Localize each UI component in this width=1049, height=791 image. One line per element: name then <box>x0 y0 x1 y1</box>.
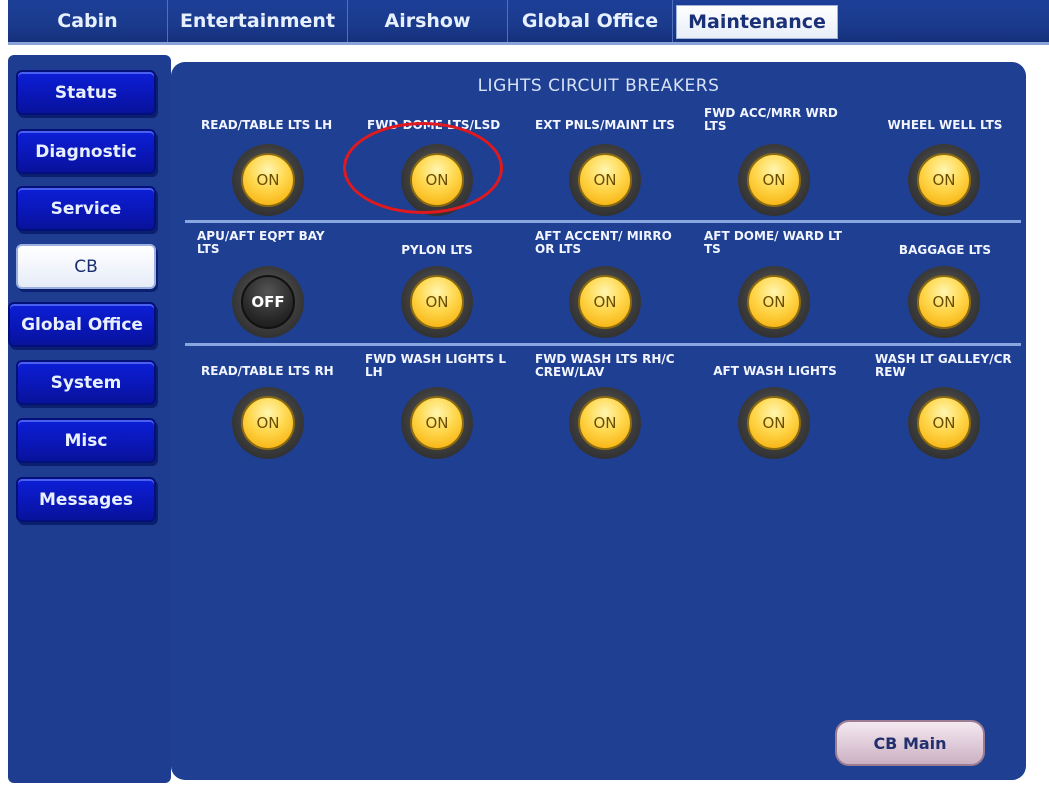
breaker-state: OFF <box>241 275 295 329</box>
breaker-label: AFT DOME/ WARD LT TS <box>704 229 842 256</box>
sidebar-item-diagnostic[interactable]: Diagnostic <box>16 129 156 174</box>
breaker-button[interactable]: ON <box>738 144 810 216</box>
sidebar-item-system[interactable]: System <box>16 360 156 405</box>
breaker-state: ON <box>917 153 971 207</box>
breaker-button[interactable]: ON <box>569 266 641 338</box>
row-divider <box>185 220 1021 223</box>
tab-maintenance[interactable]: Maintenance <box>676 5 838 39</box>
breaker-button[interactable]: ON <box>569 387 641 459</box>
breaker-button[interactable]: ON <box>401 387 473 459</box>
breaker-state: ON <box>241 153 295 207</box>
top-tab-bar: Cabin Entertainment Airshow Global Offic… <box>8 0 1049 45</box>
breaker-label: BAGGAGE LTS <box>898 243 992 257</box>
breaker-label: AFT ACCENT/ MIRRO OR LTS <box>535 229 672 256</box>
breaker-label: APU/AFT EQPT BAY LTS <box>197 229 325 256</box>
breaker-label: READ/TABLE LTS RH <box>201 364 334 378</box>
tab-cabin[interactable]: Cabin <box>8 0 168 42</box>
breaker-button[interactable]: ON <box>232 387 304 459</box>
breaker-button[interactable]: ON <box>738 266 810 338</box>
breaker-label: WASH LT GALLEY/CR REW <box>875 352 1012 379</box>
breaker-label: FWD ACC/MRR WRD LTS <box>704 106 838 133</box>
breaker-label: EXT PNLS/MAINT LTS <box>535 118 675 132</box>
breaker-state: ON <box>747 275 801 329</box>
breaker-label: FWD WASH LIGHTS L LH <box>365 352 507 379</box>
breaker-label: PYLON LTS <box>401 243 473 257</box>
breaker-button[interactable]: ON <box>908 144 980 216</box>
breaker-state: ON <box>578 396 632 450</box>
breaker-label: FWD WASH LTS RH/C CREW/LAV <box>535 352 675 379</box>
breaker-state: ON <box>410 275 464 329</box>
breaker-state: ON <box>747 153 801 207</box>
sidebar-item-cb[interactable]: CB <box>16 244 156 289</box>
breaker-button[interactable]: ON <box>232 144 304 216</box>
breaker-button[interactable]: ON <box>908 266 980 338</box>
breaker-label: READ/TABLE LTS LH <box>201 118 333 132</box>
breaker-state: ON <box>578 275 632 329</box>
tab-global-office[interactable]: Global Office <box>508 0 673 42</box>
lights-cb-panel: LIGHTS CIRCUIT BREAKERS READ/TABLE LTS L… <box>171 62 1026 780</box>
breaker-button[interactable]: ON <box>738 387 810 459</box>
breaker-button[interactable]: ON <box>401 266 473 338</box>
panel-title: LIGHTS CIRCUIT BREAKERS <box>477 76 720 96</box>
sidebar-item-status[interactable]: Status <box>16 70 156 115</box>
sidebar-item-service[interactable]: Service <box>16 186 156 231</box>
breaker-label: AFT WASH LIGHTS <box>713 364 837 378</box>
breaker-button[interactable]: OFF <box>232 266 304 338</box>
row-divider <box>185 343 1021 346</box>
tab-airshow[interactable]: Airshow <box>348 0 508 42</box>
highlight-ring <box>343 122 503 214</box>
breaker-state: ON <box>410 396 464 450</box>
breaker-state: ON <box>241 396 295 450</box>
sidebar-item-global-office[interactable]: Global Office <box>8 302 156 347</box>
tab-entertainment[interactable]: Entertainment <box>168 0 348 42</box>
breaker-state: ON <box>917 275 971 329</box>
breaker-state: ON <box>917 396 971 450</box>
cb-main-button[interactable]: CB Main <box>835 720 985 766</box>
sidebar-item-messages[interactable]: Messages <box>16 477 156 522</box>
sidebar-item-misc[interactable]: Misc <box>16 418 156 463</box>
breaker-label: WHEEL WELL LTS <box>887 118 1003 132</box>
breaker-button[interactable]: ON <box>908 387 980 459</box>
breaker-button[interactable]: ON <box>569 144 641 216</box>
breaker-state: ON <box>747 396 801 450</box>
breaker-state: ON <box>578 153 632 207</box>
